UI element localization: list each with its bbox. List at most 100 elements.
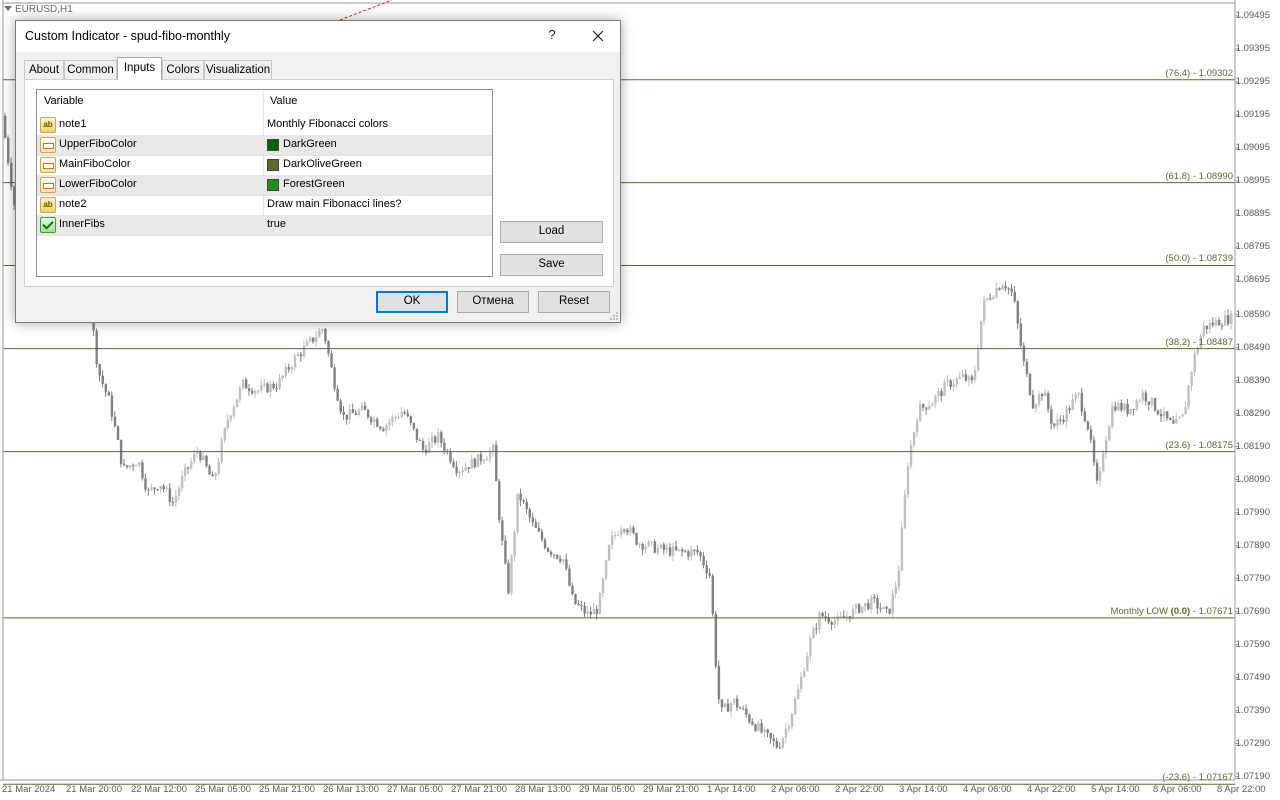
color-swatch[interactable]: [267, 139, 279, 151]
table-row[interactable]: MainFiboColor DarkOliveGreen: [37, 155, 492, 176]
candle-body: [269, 383, 272, 393]
candle-body: [1013, 291, 1016, 302]
candle-body: [321, 329, 324, 331]
candle-body: [873, 597, 876, 599]
row-value[interactable]: true: [267, 218, 286, 230]
tab-about[interactable]: About: [24, 60, 64, 79]
price-tick-label: 1.09395: [1235, 43, 1270, 54]
row-variable: note2: [59, 198, 87, 210]
candle-body: [736, 698, 739, 708]
color-swatch[interactable]: [267, 159, 279, 171]
candle-body: [888, 608, 891, 614]
fib-level-label: (-23.6) - 1.07167: [1162, 772, 1233, 784]
candle-body: [574, 594, 577, 605]
ok-button[interactable]: OK: [376, 291, 448, 313]
candle-body: [382, 428, 385, 432]
candle-body: [315, 337, 318, 342]
candle-body: [571, 585, 574, 595]
table-row[interactable]: LowerFiboColor ForestGreen: [37, 175, 492, 196]
candle-body: [284, 366, 287, 376]
load-button[interactable]: Load: [500, 221, 603, 243]
candle-body: [1089, 429, 1093, 440]
table-row[interactable]: InnerFibs true: [37, 215, 492, 236]
price-tick-label: 1.08190: [1235, 440, 1270, 452]
table-row[interactable]: ab note1 Monthly Fibonacci colors: [37, 115, 492, 136]
dialog-title-bar[interactable]: Custom Indicator - spud-fibo-monthly ?: [16, 21, 620, 52]
candle-body: [165, 488, 169, 490]
candle-body: [632, 527, 635, 534]
symbol-title-text: EURUSD,H1: [15, 4, 73, 15]
tab-inputs[interactable]: Inputs: [117, 57, 162, 80]
candle-body: [403, 412, 406, 414]
reset-button[interactable]: Reset: [538, 291, 610, 313]
row-variable: InnerFibs: [59, 218, 105, 230]
time-tick-label: 2 Apr 06:00: [771, 784, 820, 795]
candle-body: [385, 425, 388, 432]
candle-body: [885, 606, 888, 609]
row-value[interactable]: Monthly Fibonacci colors: [267, 118, 388, 130]
row-value[interactable]: ForestGreen: [283, 178, 345, 190]
candle-body: [214, 473, 217, 477]
cancel-button[interactable]: Отмена: [457, 291, 529, 313]
candle-body: [720, 699, 724, 708]
candle-body: [1147, 401, 1151, 405]
candle-body: [992, 296, 995, 300]
row-value[interactable]: Draw main Fibonacci lines?: [267, 198, 402, 210]
candle-body: [281, 375, 284, 379]
candle-body: [1074, 394, 1077, 400]
time-tick-label: 25 Mar 21:00: [259, 784, 315, 795]
candle-body: [275, 388, 278, 390]
candle-body: [778, 747, 782, 749]
candle-body: [751, 721, 754, 725]
candle-body: [1114, 406, 1117, 411]
column-header-value[interactable]: Value: [270, 95, 297, 107]
candle-body: [781, 737, 785, 748]
candle-body: [1001, 285, 1004, 290]
candle-body: [504, 540, 507, 564]
tab-colors[interactable]: Colors: [162, 60, 204, 79]
candle-body: [1190, 372, 1193, 386]
time-tick-label: 4 Apr 22:00: [1027, 784, 1076, 795]
tab-visualization[interactable]: Visualization: [204, 60, 272, 79]
table-row[interactable]: UpperFiboColor DarkGreen: [37, 135, 492, 156]
candle-body: [1129, 408, 1132, 415]
candle-body: [702, 556, 705, 566]
candle-body: [980, 320, 983, 349]
candle-body: [293, 356, 297, 368]
row-value[interactable]: DarkOliveGreen: [283, 158, 362, 170]
candle-body: [202, 455, 205, 460]
dropdown-triangle-icon[interactable]: [4, 6, 12, 11]
color-swatch[interactable]: [267, 179, 279, 191]
candle-body: [803, 671, 806, 677]
candle-body: [144, 478, 147, 490]
candle-body: [595, 608, 599, 614]
tab-common[interactable]: Common: [64, 60, 117, 79]
candle-body: [1004, 285, 1007, 289]
table-row[interactable]: ab note2 Draw main Fibonacci lines?: [37, 195, 492, 216]
candle-body: [681, 549, 684, 552]
candle-body: [583, 605, 586, 614]
row-value[interactable]: DarkGreen: [283, 138, 337, 150]
candle-body: [772, 738, 775, 742]
price-tick-label: 1.08695: [1235, 274, 1270, 285]
candle-body: [513, 531, 516, 556]
resize-grip-icon[interactable]: [609, 311, 619, 321]
candle-body: [455, 466, 458, 473]
candle-body: [1086, 421, 1090, 430]
help-button[interactable]: ?: [544, 27, 560, 42]
close-icon[interactable]: [585, 23, 611, 49]
candle-body: [1071, 399, 1074, 410]
candle-body: [891, 593, 894, 614]
column-header-variable[interactable]: Variable: [44, 95, 84, 107]
candle-body: [196, 452, 199, 454]
candle-body: [1044, 393, 1047, 397]
candle-body: [897, 570, 901, 587]
candle-body: [818, 612, 821, 630]
candle-body: [635, 533, 638, 545]
candle-body: [479, 454, 483, 462]
candle-body: [126, 465, 129, 468]
candle-body: [156, 489, 159, 491]
save-button[interactable]: Save: [500, 254, 603, 276]
candle-body: [763, 729, 766, 733]
candle-body: [174, 495, 178, 503]
